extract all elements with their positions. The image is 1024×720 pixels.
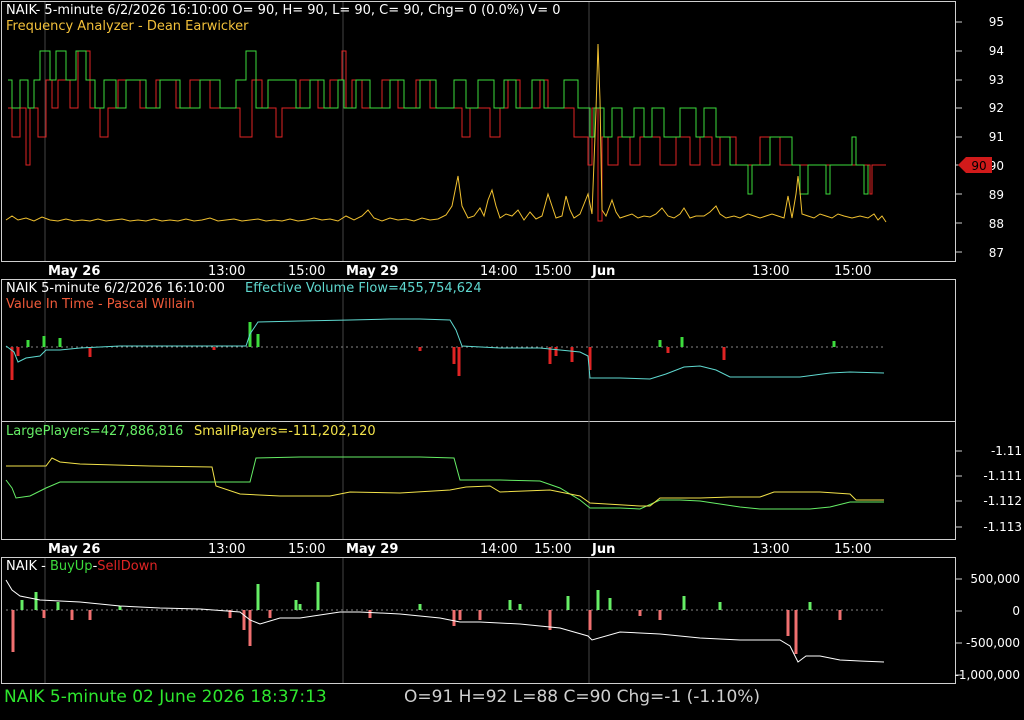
time-label: 15:00 [834, 264, 871, 279]
time-label: May 26 [48, 264, 100, 279]
time-label: 13:00 [208, 264, 245, 279]
stock-chart[interactable]: NAIK- 5-minute 6/2/2026 16:10:00 O= 90, … [0, 0, 1024, 720]
y-tick: 88 [989, 217, 1004, 231]
time-label: 15:00 [534, 264, 571, 279]
y-tick: 91 [989, 130, 1004, 144]
status-right: O=91 H=92 L=88 C=90 Chg=-1 (-1.10%) [404, 687, 760, 707]
time-label: 13:00 [752, 264, 789, 279]
panel1-indicator-name: Frequency Analyzer - Dean Earwicker [6, 19, 249, 34]
y-tick: -1,000,000 [955, 668, 1020, 682]
y-tick: 0 [1012, 604, 1020, 618]
time-label: May 26 [48, 542, 100, 557]
time-label: May 29 [346, 542, 398, 557]
y-tick: 87 [989, 246, 1004, 260]
time-label: 15:00 [288, 264, 325, 279]
status-left: NAIK 5-minute 02 June 2026 18:37:13 [4, 687, 327, 707]
y-tick: -500,000 [966, 636, 1020, 650]
panel4-prefix: NAIK - [6, 559, 50, 574]
panel4-sell: SellDown [97, 559, 157, 574]
time-label: May 29 [346, 264, 398, 279]
time-label: 14:00 [480, 542, 517, 557]
y-tick: -1.112 [983, 494, 1022, 508]
panel2-title: NAIK 5-minute 6/2/2026 16:10:00 [6, 281, 225, 296]
y-tick: 92 [989, 101, 1004, 115]
panel1-header: NAIK- 5-minute 6/2/2026 16:10:00 O= 90, … [6, 3, 561, 18]
time-label: Jun [591, 542, 615, 557]
time-label: 13:00 [208, 542, 245, 557]
panel4-buy: BuyUp [50, 559, 93, 574]
y-tick: 500,000 [970, 572, 1020, 586]
panel2-subtitle: Value In Time - Pascal Willain [6, 297, 195, 312]
time-label: Jun [591, 264, 615, 279]
time-label: 14:00 [480, 264, 517, 279]
time-label: 15:00 [534, 542, 571, 557]
panel2-indicator: Effective Volume Flow=455,754,624 [245, 281, 482, 296]
panel4-title: NAIK - BuyUp-SellDown [6, 559, 158, 574]
y-tick: -1.11 [991, 444, 1022, 458]
panel1-y-axis: 95 94 93 92 91 90 89 88 87 [989, 15, 1004, 260]
y-tick: 94 [989, 44, 1004, 58]
panel3-large-players: LargePlayers=427,886,816 [6, 424, 183, 439]
y-tick: 89 [989, 188, 1004, 202]
time-label: 15:00 [834, 542, 871, 557]
last-price-label: 90 [971, 159, 986, 173]
y-tick: -1.111 [983, 469, 1022, 483]
y-tick: 93 [989, 73, 1004, 87]
time-label: 15:00 [288, 542, 325, 557]
panel3-small-players: SmallPlayers=-111,202,120 [194, 424, 376, 439]
y-tick: -1.113 [983, 520, 1022, 534]
time-label: 13:00 [752, 542, 789, 557]
y-tick: 95 [989, 15, 1004, 29]
